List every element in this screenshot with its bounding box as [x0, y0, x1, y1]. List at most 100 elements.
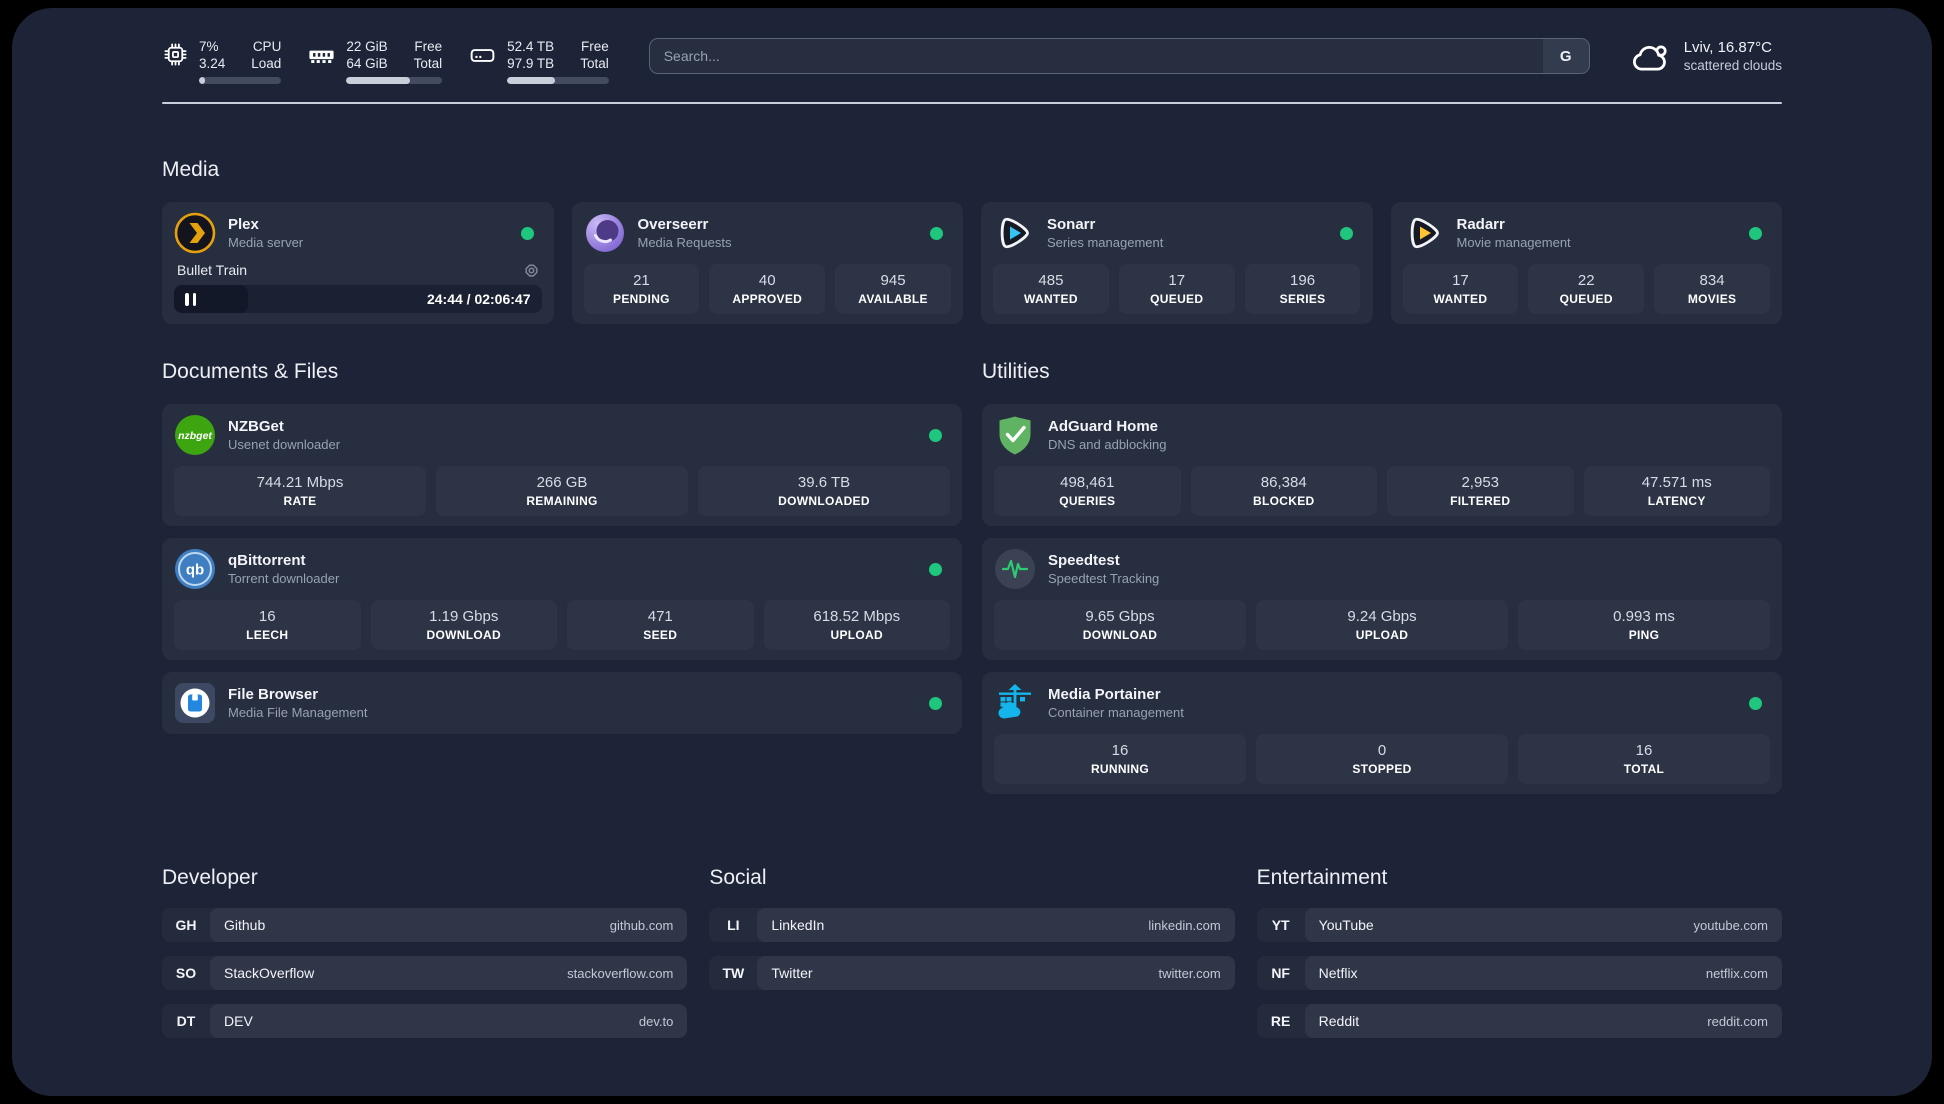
memory-progress-bar: [346, 77, 443, 84]
card-speedtest: Speedtest Speedtest Tracking 9.65 Gbps D…: [982, 538, 1782, 660]
pause-button[interactable]: [174, 292, 207, 306]
bookmark-name: DEV: [224, 1013, 253, 1029]
stat-queued: 17 QUEUED: [1118, 264, 1235, 314]
app-link-filebrowser[interactable]: File Browser Media File Management: [174, 682, 950, 724]
bookmark-abbr: YT: [1271, 917, 1290, 933]
bookmark-name: Twitter: [771, 965, 813, 981]
app-name: File Browser: [228, 686, 319, 703]
bookmark-abbr: DT: [176, 1013, 196, 1029]
app-name: AdGuard Home: [1048, 418, 1159, 435]
memory-free-value: 22 GiB: [346, 39, 388, 54]
app-link-speedtest[interactable]: Speedtest Speedtest Tracking: [994, 548, 1770, 590]
bookmark-dev[interactable]: DT DEV dev.to: [162, 1004, 688, 1038]
cpu-widget: 7% 3.24 CPU Load: [162, 38, 282, 84]
card-radarr: Radarr Movie management 17 WANTED 22 QUE…: [1390, 202, 1782, 324]
weather-widget: Lviv, 16.87°C scattered clouds: [1630, 38, 1782, 75]
app-link-sonarr[interactable]: Sonarr Series management: [993, 212, 1361, 254]
app-desc: Speedtest Tracking: [1048, 571, 1160, 586]
speedtest-icon: [995, 549, 1035, 589]
app-desc: Series management: [1047, 235, 1164, 250]
bookmark-reddit[interactable]: RE Reddit reddit.com: [1256, 1004, 1782, 1038]
bookmark-url: youtube.com: [1693, 917, 1768, 933]
section-social: Social LI LinkedIn linkedin.com TW Twitt…: [709, 866, 1235, 1038]
app-name: qBittorrent: [228, 552, 306, 569]
disk-widget: 52.4 TB 97.9 TB Free Total: [468, 38, 609, 84]
cpu-load-label: Load: [251, 56, 282, 71]
app-name: Overseerr: [637, 216, 709, 233]
app-link-plex[interactable]: Plex Media server: [174, 212, 542, 254]
bookmark-netflix[interactable]: NF Netflix netflix.com: [1256, 956, 1782, 990]
app-name: Media Portainer: [1048, 686, 1161, 703]
bookmark-url: reddit.com: [1707, 1013, 1768, 1029]
app-name: Sonarr: [1047, 216, 1096, 233]
stat-upload: 9.24 Gbps UPLOAD: [1256, 600, 1508, 650]
playback-progress-bar[interactable]: 24:44 / 02:06:47: [174, 285, 542, 313]
stat-available: 945 AVAILABLE: [835, 264, 951, 314]
app-name: Speedtest: [1048, 552, 1120, 569]
app-desc: DNS and adblocking: [1048, 437, 1167, 452]
bookmark-url: github.com: [609, 917, 674, 933]
disk-total-value: 97.9 TB: [507, 56, 555, 71]
stat-latency: 47.571 ms LATENCY: [1583, 466, 1770, 516]
svg-text:nzbget: nzbget: [178, 430, 212, 442]
card-sonarr: Sonarr Series management 485 WANTED 17 Q…: [981, 202, 1373, 324]
section-title-entertainment: Entertainment: [1256, 866, 1388, 889]
weather-condition: scattered clouds: [1683, 58, 1782, 73]
stat-leech: 16 LEECH: [174, 600, 361, 650]
bookmark-linkedin[interactable]: LI LinkedIn linkedin.com: [709, 908, 1235, 942]
status-dot: [1749, 226, 1762, 240]
search-input[interactable]: [648, 38, 1590, 74]
app-link-nzbget[interactable]: nzbget NZBGet Usenet downloader: [174, 414, 950, 456]
disk-icon: [470, 49, 495, 62]
widget-settings-button[interactable]: [524, 263, 539, 278]
app-link-portainer[interactable]: Media Portainer Container management: [994, 682, 1770, 724]
bookmark-stackoverflow[interactable]: SO StackOverflow stackoverflow.com: [162, 956, 688, 990]
app-link-qbittorrent[interactable]: qb qBittorrent Torrent downloader: [174, 548, 950, 590]
memory-widget: 22 GiB 64 GiB Free Total: [307, 38, 443, 84]
section-documents: Documents & Files nzbget NZBGet Usenet d…: [162, 360, 962, 794]
section-developer: Developer GH Github github.com SO StackO…: [162, 866, 688, 1038]
status-dot: [929, 562, 942, 576]
cpu-icon: [164, 43, 187, 66]
bookmark-name: Netflix: [1318, 965, 1358, 981]
header-divider: [162, 102, 1782, 104]
stat-running: 16 RUNNING: [994, 734, 1246, 784]
bookmark-abbr: GH: [175, 917, 197, 933]
bookmark-github[interactable]: GH Github github.com: [162, 908, 688, 942]
bookmark-url: dev.to: [638, 1013, 674, 1029]
stat-total: 16 TOTAL: [1518, 734, 1770, 784]
bookmark-url: twitter.com: [1158, 965, 1221, 981]
stat-approved: 40 APPROVED: [709, 264, 826, 314]
bookmark-youtube[interactable]: YT YouTube youtube.com: [1256, 908, 1782, 942]
filebrowser-icon: [175, 683, 215, 723]
gear-icon: [524, 263, 538, 277]
bookmark-abbr: RE: [1270, 1013, 1291, 1029]
bookmark-abbr: TW: [722, 965, 745, 981]
cpu-usage-label: CPU: [252, 39, 282, 54]
sonarr-icon: [1000, 217, 1029, 249]
app-name: Plex: [228, 216, 259, 233]
status-dot: [930, 226, 943, 240]
app-desc: Container management: [1048, 705, 1184, 720]
plex-icon: [174, 212, 216, 254]
stat-queued: 22 QUEUED: [1528, 264, 1645, 314]
app-desc: Torrent downloader: [228, 571, 340, 586]
app-link-adguard[interactable]: AdGuard Home DNS and adblocking: [994, 414, 1770, 456]
bookmark-abbr: SO: [175, 965, 197, 981]
disk-progress-bar: [507, 77, 609, 84]
memory-free-label: Free: [414, 39, 443, 54]
section-title-developer: Developer: [162, 866, 258, 889]
disk-free-label: Free: [580, 39, 609, 54]
memory-total-label: Total: [413, 56, 443, 71]
overseerr-icon: [585, 214, 624, 252]
cpu-progress-bar: [199, 77, 282, 84]
section-entertainment: Entertainment YT YouTube youtube.com NF …: [1256, 866, 1782, 1038]
app-desc: Movie management: [1456, 235, 1571, 250]
search-engine-button[interactable]: G: [1542, 39, 1589, 73]
bookmark-twitter[interactable]: TW Twitter twitter.com: [709, 956, 1235, 990]
app-desc: Media Requests: [637, 235, 732, 250]
memory-icon: [309, 50, 334, 63]
app-link-radarr[interactable]: Radarr Movie management: [1403, 212, 1771, 254]
qbittorrent-icon: qb: [175, 549, 215, 589]
app-link-overseerr[interactable]: Overseerr Media Requests: [584, 212, 952, 254]
